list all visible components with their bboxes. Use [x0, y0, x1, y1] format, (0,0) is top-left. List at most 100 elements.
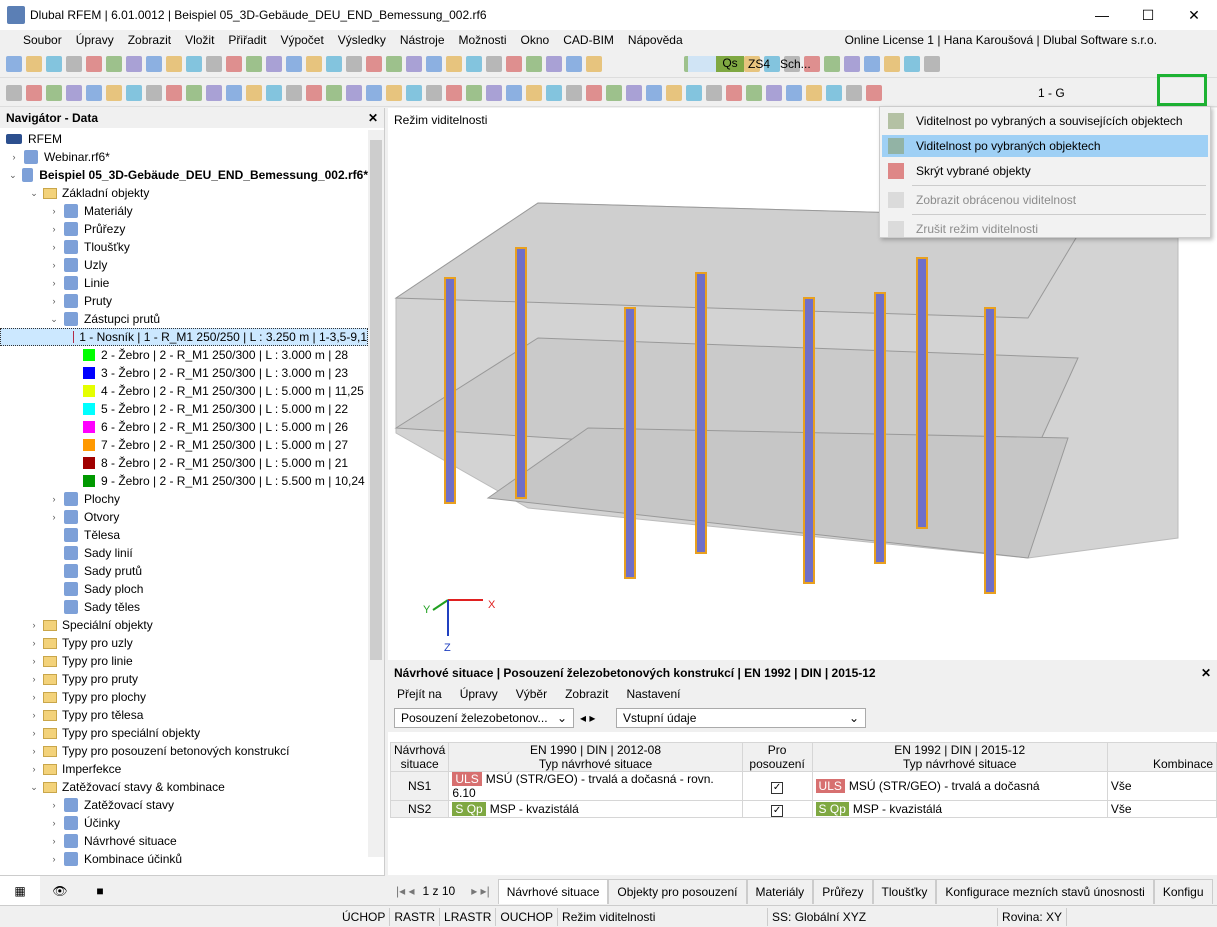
toolbar-icon[interactable]	[606, 84, 622, 101]
navigator-close-icon[interactable]: ✕	[368, 111, 378, 125]
toolbar-icon[interactable]	[884, 55, 900, 72]
toolbar-icon[interactable]	[6, 55, 22, 72]
situation-type-cell[interactable]: S Qp MSP - kvazistálá	[811, 800, 1108, 818]
tree-item[interactable]: › Uzly	[0, 256, 368, 274]
menu-7[interactable]: Nástroje	[393, 33, 452, 47]
coordinate-system-select[interactable]: 1 - G	[1038, 86, 1065, 100]
tree-item[interactable]: Sady prutů	[0, 562, 368, 580]
toolbar-icon[interactable]	[326, 84, 342, 101]
expand-icon[interactable]: ›	[48, 512, 60, 522]
design-checkbox[interactable]: ✓	[741, 771, 813, 801]
toolbar-icon[interactable]	[546, 55, 562, 72]
expand-icon[interactable]: ›	[48, 800, 60, 810]
member-representative-item[interactable]: 8 - Žebro | 2 - R_M1 250/300 | L : 5.000…	[0, 454, 368, 472]
toolbar-icon[interactable]	[726, 84, 742, 101]
tree-item[interactable]: › Návrhové situace	[0, 832, 368, 850]
tree-item[interactable]: › Účinky	[0, 814, 368, 832]
toolbar-icon[interactable]	[526, 55, 542, 72]
toolbar-icon[interactable]	[666, 84, 682, 101]
toolbar-icon[interactable]	[126, 55, 142, 72]
tree-item[interactable]: › Webinar.rf6*	[0, 148, 368, 166]
toolbar-icon[interactable]	[824, 55, 840, 72]
panel-menu-item[interactable]: Výběr	[507, 687, 556, 701]
toolbar-icon[interactable]	[526, 84, 542, 101]
status-item[interactable]: LRASTR	[440, 907, 497, 926]
toolbar-icon[interactable]	[566, 55, 582, 72]
member-representative-item[interactable]: 7 - Žebro | 2 - R_M1 250/300 | L : 5.000…	[0, 436, 368, 454]
expand-icon[interactable]: ›	[48, 206, 60, 216]
expand-icon[interactable]: ›	[8, 152, 20, 162]
expand-icon[interactable]: ›	[48, 260, 60, 270]
tree-item[interactable]: › Průřezy	[0, 220, 368, 238]
toolbar-icon[interactable]	[686, 84, 702, 101]
expand-icon[interactable]: ›	[48, 494, 60, 504]
tree-item[interactable]: › Typy pro linie	[0, 652, 368, 670]
toolbar-icon[interactable]	[266, 84, 282, 101]
table-select[interactable]: Vstupní údaje ⌄	[616, 708, 866, 728]
toolbar-icon[interactable]	[486, 55, 502, 72]
toolbar-icon[interactable]	[864, 55, 880, 72]
toolbar-icon[interactable]	[446, 84, 462, 101]
toolbar-icon[interactable]	[706, 84, 722, 101]
expand-icon[interactable]: ›	[48, 278, 60, 288]
situation-type-cell[interactable]: S Qp MSP - kvazistálá	[448, 800, 743, 818]
tree-item[interactable]: ⌄ Základní objekty	[0, 184, 368, 202]
menu-9[interactable]: Okno	[514, 33, 557, 47]
toolbar-icon[interactable]	[226, 55, 242, 72]
toolbar-icon[interactable]	[186, 55, 202, 72]
member-representative-item[interactable]: 9 - Žebro | 2 - R_M1 250/300 | L : 5.500…	[0, 472, 368, 490]
visibility-menu-item[interactable]: Skrýt vybrané objekty	[882, 160, 1208, 182]
expand-icon[interactable]: ›	[28, 620, 40, 630]
toolbar-icon[interactable]	[626, 84, 642, 101]
toolbar-icon[interactable]	[486, 84, 502, 101]
panel-tab[interactable]: Objekty pro posouzení	[608, 878, 747, 904]
toolbar-icon[interactable]	[786, 84, 802, 101]
toolbar-icon[interactable]	[506, 55, 522, 72]
toolbar-icon[interactable]	[866, 84, 882, 101]
expand-icon[interactable]: ⌄	[8, 170, 18, 181]
close-button[interactable]: ✕	[1171, 0, 1217, 30]
toolbar-icon[interactable]	[406, 84, 422, 101]
toolbar-icon[interactable]	[46, 55, 62, 72]
tree-item[interactable]: › Zatěžovací stavy	[0, 796, 368, 814]
toolbar-icon[interactable]	[106, 55, 122, 72]
toolbar-icon[interactable]	[226, 84, 242, 101]
visibility-mode-button-highlight[interactable]	[1157, 74, 1207, 106]
column-member[interactable]	[515, 247, 527, 499]
tree-item[interactable]: ⌄ Zástupci prutů	[0, 310, 368, 328]
menu-5[interactable]: Výpočet	[273, 33, 330, 47]
panel-tab[interactable]: Tloušťky	[872, 878, 937, 904]
toolbar-icon[interactable]	[6, 84, 22, 101]
expand-icon[interactable]: ›	[48, 818, 60, 828]
toolbar-icon[interactable]	[186, 84, 202, 101]
menu-11[interactable]: Nápověda	[621, 33, 690, 47]
menu-3[interactable]: Vložit	[178, 33, 221, 47]
maximize-button[interactable]: ☐	[1125, 0, 1171, 30]
toolbar-icon[interactable]	[166, 55, 182, 72]
expand-icon[interactable]: ›	[28, 746, 40, 756]
column-member[interactable]	[803, 297, 815, 584]
video-tab[interactable]: ■	[80, 876, 120, 905]
expand-icon[interactable]: ›	[28, 638, 40, 648]
toolbar-icon[interactable]	[66, 55, 82, 72]
menu-10[interactable]: CAD-BIM	[556, 33, 621, 47]
situation-type-cell[interactable]: ULS MSÚ (STR/GEO) - trvalá a dočasná - ro…	[448, 771, 743, 801]
toolbar-icon[interactable]	[86, 84, 102, 101]
column-member[interactable]	[624, 307, 636, 579]
member-representative-item[interactable]: 2 - Žebro | 2 - R_M1 250/300 | L : 3.000…	[0, 346, 368, 364]
scroll-thumb[interactable]	[370, 140, 382, 660]
toolbar-icon[interactable]	[466, 84, 482, 101]
tree-item[interactable]: › Typy pro plochy	[0, 688, 368, 706]
toolbar-icon[interactable]	[506, 84, 522, 101]
tree-item[interactable]: › Linie	[0, 274, 368, 292]
expand-icon[interactable]: ⌄	[28, 782, 40, 793]
toolbar-icon[interactable]	[646, 84, 662, 101]
toolbar-icon[interactable]	[846, 84, 862, 101]
table-row[interactable]: NS2 S Qp MSP - kvazistálá ✓ S Qp MSP - kvazis…	[389, 800, 1217, 818]
toolbar-icon[interactable]	[286, 55, 302, 72]
tree-root[interactable]: RFEM	[6, 130, 62, 148]
minimize-button[interactable]: —	[1079, 0, 1125, 30]
toolbar-icon[interactable]	[426, 84, 442, 101]
tree-item[interactable]: › Plochy	[0, 490, 368, 508]
panel-tab[interactable]: Průřezy	[813, 878, 873, 904]
